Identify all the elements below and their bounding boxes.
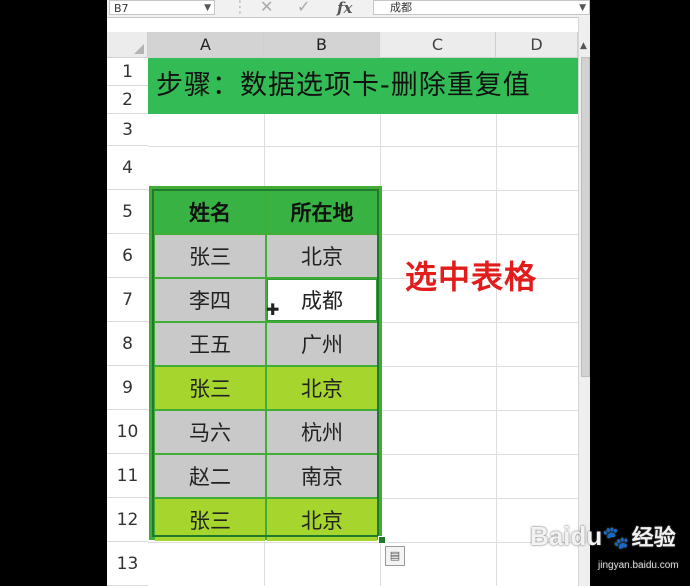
separator-dots-icon: ⋮ — [232, 0, 248, 16]
baidu-watermark: Baidu🐾经验 — [530, 520, 676, 552]
column-header-c[interactable]: C — [380, 32, 496, 58]
column-header-a[interactable]: A — [148, 32, 264, 58]
table-cell-name-duplicate[interactable]: 张三 — [155, 499, 265, 541]
row-header-7[interactable]: 7 — [107, 278, 148, 322]
table-cell-name[interactable]: 王五 — [155, 323, 265, 365]
confirm-icon[interactable]: ✓ — [297, 0, 310, 16]
row-header-10[interactable]: 10 — [107, 410, 148, 454]
formula-expand-icon[interactable]: ▼ — [579, 1, 586, 15]
formula-bar: B7 ▼ ⋮ ✕ ✓ fx 成都 ▼ — [107, 0, 590, 18]
row-header-2[interactable]: 2 — [107, 86, 148, 114]
row-header-3[interactable]: 3 — [107, 114, 148, 146]
select-table-callout: 选中表格 — [405, 258, 538, 296]
table-cell-name[interactable]: 李四 — [155, 279, 265, 321]
table-header-location[interactable]: 所在地 — [267, 191, 377, 233]
quick-analysis-icon[interactable]: ▤ — [385, 546, 405, 566]
row-header-12[interactable]: 12 — [107, 498, 148, 542]
formula-input[interactable]: 成都 ▼ — [373, 0, 590, 15]
watermark-url: jingyan.baidu.com — [598, 560, 679, 571]
table-cell-location[interactable]: 杭州 — [267, 411, 377, 453]
table-cell-location[interactable]: 广州 — [267, 323, 377, 365]
table-cell-location-duplicate[interactable]: 北京 — [267, 499, 377, 541]
baidu-brand: Baidu — [530, 521, 603, 551]
row-header-1[interactable]: 1 — [107, 58, 148, 86]
baidu-jingyan: 经验 — [631, 525, 676, 550]
cell-cursor-icon: ✚ — [266, 300, 280, 319]
table-cell-location[interactable]: 北京 — [267, 235, 377, 277]
table-cell-name[interactable]: 赵二 — [155, 455, 265, 497]
column-header-b[interactable]: B — [264, 32, 380, 58]
table-cell-name-duplicate[interactable]: 张三 — [155, 367, 265, 409]
row-header-9[interactable]: 9 — [107, 366, 148, 410]
table-cell-location-duplicate[interactable]: 北京 — [267, 367, 377, 409]
insert-function-icon[interactable]: fx — [337, 0, 352, 17]
row-header-8[interactable]: 8 — [107, 322, 148, 366]
cancel-icon[interactable]: ✕ — [260, 0, 273, 16]
spreadsheet-window: B7 ▼ ⋮ ✕ ✓ fx 成都 ▼ A B C D 1 2 3 4 5 6 7… — [107, 0, 590, 586]
formula-input-value: 成都 — [390, 1, 412, 14]
name-box-value: B7 — [114, 2, 129, 15]
grid-line — [148, 146, 578, 147]
table-cell-name[interactable]: 马六 — [155, 411, 265, 453]
table-header-name[interactable]: 姓名 — [155, 191, 265, 233]
row-header-11[interactable]: 11 — [107, 454, 148, 498]
table-cell-location[interactable]: 南京 — [267, 455, 377, 497]
name-box-dropdown-icon[interactable]: ▼ — [204, 1, 211, 16]
fill-handle[interactable] — [378, 536, 386, 544]
select-all-corner[interactable] — [107, 32, 148, 58]
table-cell-name[interactable]: 张三 — [155, 235, 265, 277]
active-cell-b7[interactable]: 成都 — [267, 279, 377, 321]
row-header-13[interactable]: 13 — [107, 542, 148, 586]
vertical-scrollbar[interactable]: ▲ — [578, 17, 590, 586]
name-box[interactable]: B7 ▼ — [109, 0, 215, 15]
step-instruction-banner[interactable]: 步骤：数据选项卡-删除重复值 — [148, 58, 588, 114]
paw-icon: 🐾 — [602, 525, 630, 550]
scrollbar-thumb[interactable] — [581, 57, 590, 377]
row-header-4[interactable]: 4 — [107, 146, 148, 190]
row-header-6[interactable]: 6 — [107, 234, 148, 278]
grid-line — [148, 542, 578, 543]
scroll-up-icon[interactable]: ▲ — [580, 41, 587, 51]
row-header-5[interactable]: 5 — [107, 190, 148, 234]
column-header-d[interactable]: D — [496, 32, 578, 58]
